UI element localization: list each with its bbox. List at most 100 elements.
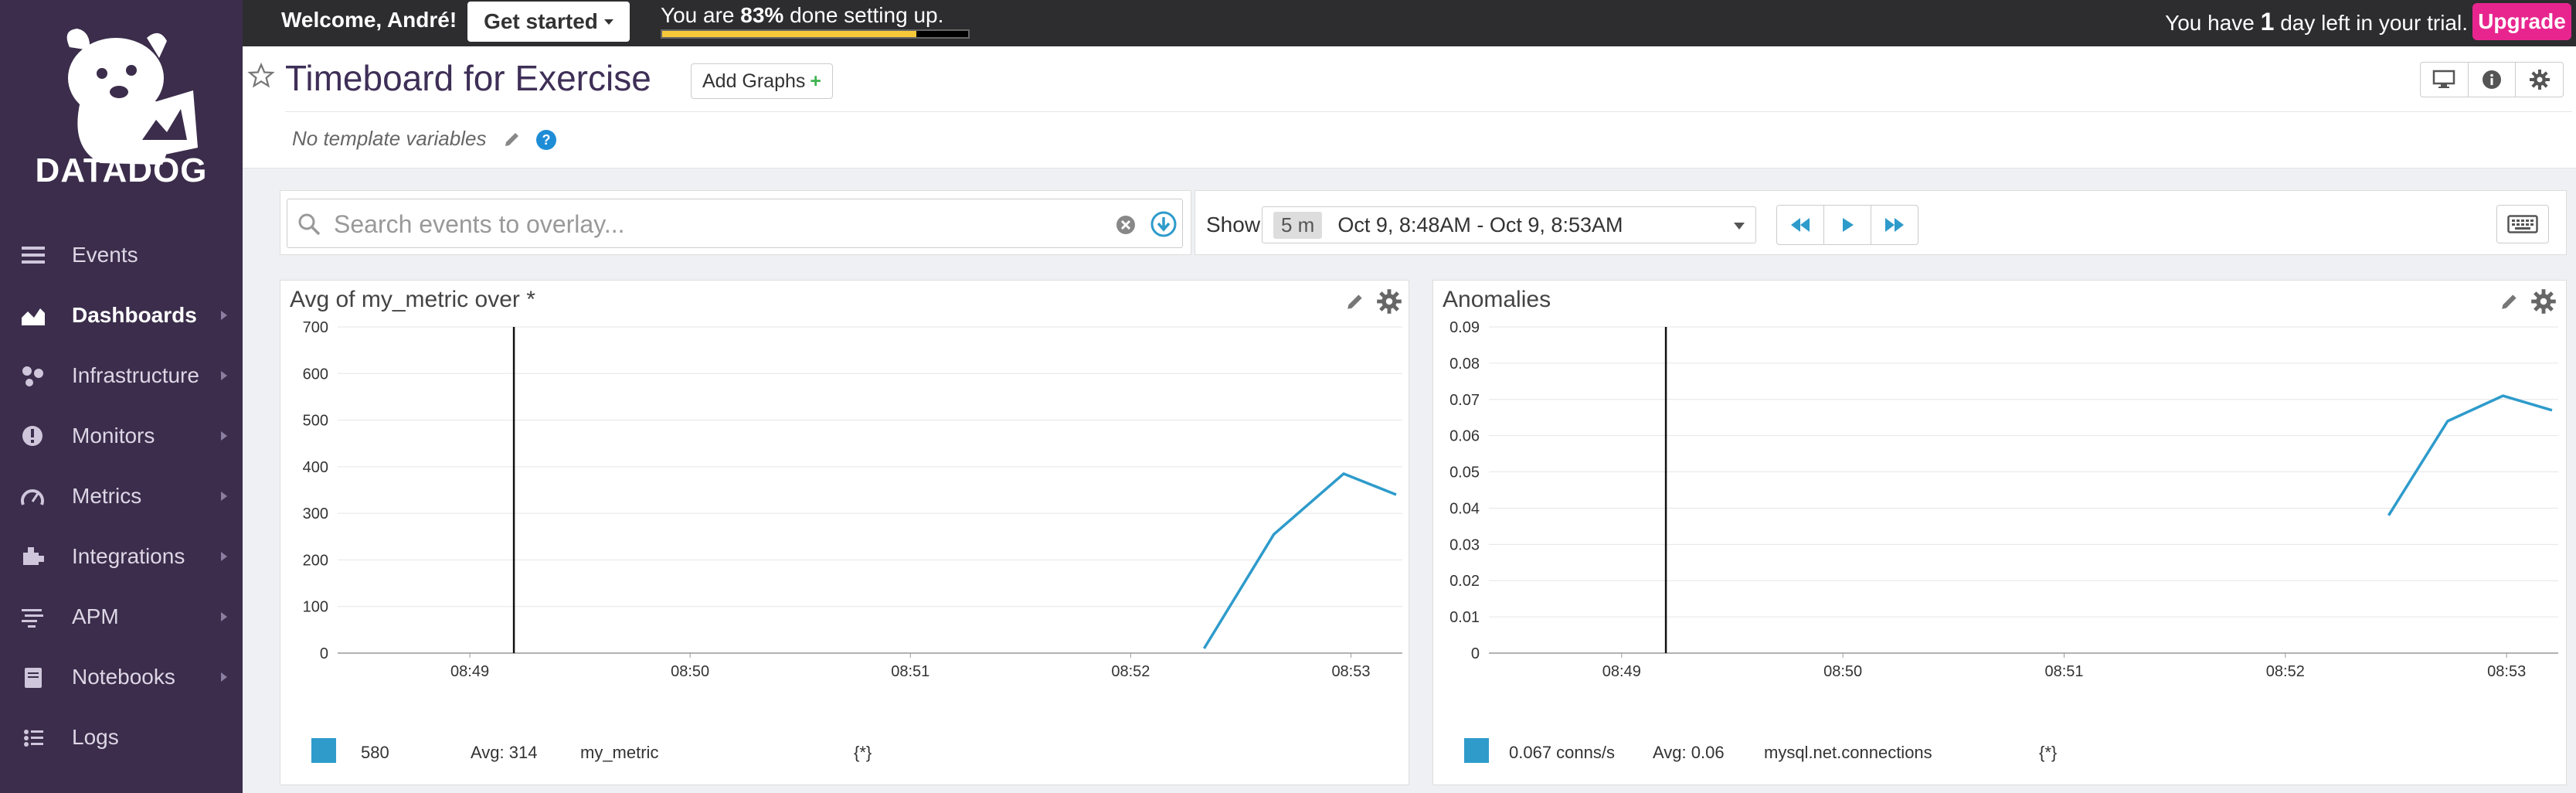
time-range-select[interactable]: 5 m Oct 9, 8:48AM - Oct 9, 8:53AM [1262,206,1756,243]
time-span-badge: 5 m [1273,211,1323,239]
keyboard-shortcuts-button[interactable] [2496,205,2549,243]
chevron-right-icon [221,552,227,561]
y-tick-label: 300 [303,505,328,522]
sidebar-item-infrastructure[interactable]: Infrastructure [0,345,243,406]
sidebar-item-monitors[interactable]: Monitors [0,406,243,466]
get-started-dropdown[interactable]: Get started [467,2,630,42]
plus-icon: + [810,70,822,92]
edit-pencil-icon[interactable] [1345,291,1365,311]
chevron-right-icon [221,371,227,380]
x-tick-label: 08:49 [450,663,489,680]
search-box [287,199,1183,248]
sidebar-item-events[interactable]: Events [0,225,243,285]
add-graphs-button[interactable]: Add Graphs + [691,63,833,99]
legend-scope: {*} [854,743,872,762]
sidebar-item-apm[interactable]: APM [0,587,243,647]
gear-icon[interactable] [1376,288,1402,315]
sidebar-item-label: Monitors [72,424,155,448]
edit-template-variables-pencil-icon[interactable] [503,130,522,148]
setup-suffix: done setting up. [783,3,944,27]
clear-search-icon[interactable] [1116,215,1136,235]
download-icon[interactable] [1150,210,1178,238]
chart-anomalies: 0 0.01 0.02 0.03 0.04 0.05 0.06 0.07 0.08 0.09 08:… [1449,319,2558,680]
x-tick-label: 08:50 [1823,663,1862,680]
gear-icon [2529,70,2550,90]
legend-row[interactable]: 580 Avg: 314 my_metric {*} [311,737,1393,767]
page-title: Timeboard for Exercise [285,58,651,98]
monitors-icon [22,426,42,446]
graph-panel-anomalies: Anomalies 0 0.01 0.02 0.03 0.04 0.05 0.06 0.07 0… [1432,280,2567,785]
chevron-right-icon [221,311,227,320]
gear-icon[interactable] [2530,288,2557,315]
legend-value: 0.067 conns/s [1509,743,1615,762]
info-button[interactable] [2469,63,2517,97]
help-icon[interactable]: ? [536,130,556,150]
sidebar-item-label: Notebooks [72,665,175,689]
y-tick-label: 0.02 [1449,573,1480,590]
y-tick-label: 600 [303,366,328,383]
panel-title: Anomalies [1443,287,1551,312]
caret-down-icon [1734,223,1745,230]
upgrade-button[interactable]: Upgrade [2472,3,2571,40]
legend-row[interactable]: 0.067 conns/s Avg: 0.06 mysql.net.connec… [1464,737,2546,767]
trial-prefix: You have [2165,11,2261,35]
sidebar-item-label: Logs [72,725,119,749]
rewind-button[interactable] [1776,205,1824,245]
star-icon[interactable] [247,62,275,90]
y-tick-label: 200 [303,552,328,569]
y-tick-label: 400 [303,459,328,476]
y-tick-label: 100 [303,599,328,616]
legend-metric: my_metric [580,743,659,762]
y-tick-label: 0.07 [1449,392,1480,409]
y-tick-label: 0.04 [1449,500,1480,517]
x-tick-label: 08:52 [2266,663,2305,680]
tv-mode-button[interactable] [2421,63,2469,97]
setup-prefix: You are [661,3,741,27]
setup-progress-bar [661,29,970,39]
sidebar-item-metrics[interactable]: Metrics [0,466,243,526]
sidebar-item-label: Events [72,243,138,267]
sidebar: DATADOG Events Dashboards Infrastructure Mo… [0,0,243,793]
metrics-icon [21,489,44,505]
series-line [2387,394,2553,516]
x-tick-label: 08:51 [891,663,929,680]
time-controls: Show 5 m Oct 9, 8:48AM - Oct 9, 8:53AM [1195,190,2567,255]
sidebar-item-label: Integrations [72,544,185,568]
y-tick-label: 0.03 [1449,536,1480,553]
top-bar: Welcome, André! Get started You are 83% … [243,0,2576,46]
sidebar-item-logs[interactable]: Logs [0,707,243,767]
y-tick-label: 0.01 [1449,609,1480,626]
search-icon [298,213,321,236]
rewind-icon [1791,218,1810,232]
edit-pencil-icon[interactable] [2500,291,2520,311]
x-tick-label: 08:52 [1111,663,1150,680]
infrastructure-icon [22,366,43,386]
y-tick-label: 700 [303,319,328,336]
time-navigation [1776,205,1918,245]
show-label: Show [1206,213,1261,237]
sidebar-item-integrations[interactable]: Integrations [0,526,243,587]
keyboard-icon [2507,215,2538,233]
dashboards-icon [22,308,45,325]
info-icon [2483,70,2501,89]
events-icon [22,247,45,264]
x-tick-label: 08:53 [1331,663,1370,680]
sidebar-item-label: Dashboards [72,303,197,327]
y-tick-label: 0.09 [1449,319,1480,336]
play-button[interactable] [1823,205,1871,245]
add-graphs-label: Add Graphs [702,70,806,92]
chevron-down-icon [603,19,613,25]
legend-avg: Avg: 0.06 [1653,743,1725,762]
legend-value: 580 [361,743,389,762]
sidebar-item-notebooks[interactable]: Notebooks [0,647,243,707]
search-events-input[interactable] [334,207,1045,241]
settings-button[interactable] [2516,63,2563,97]
play-icon [1843,218,1854,232]
chevron-right-icon [221,612,227,621]
fast-forward-button[interactable] [1871,205,1918,245]
sidebar-item-dashboards[interactable]: Dashboards [0,285,243,345]
monitor-icon [2433,70,2455,88]
setup-percent: 83% [740,3,784,27]
time-range-text: Oct 9, 8:48AM - Oct 9, 8:53AM [1337,213,1623,237]
legend-avg: Avg: 314 [471,743,538,762]
